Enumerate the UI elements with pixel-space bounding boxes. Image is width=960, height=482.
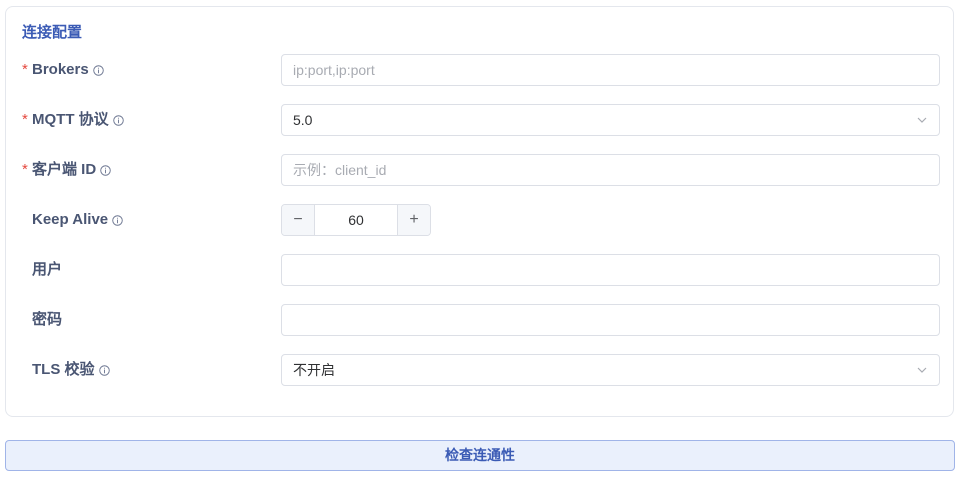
mqtt-protocol-value: 5.0	[293, 112, 313, 128]
chevron-down-icon	[917, 367, 927, 373]
user-label: 用户	[32, 261, 63, 278]
required-mark: *	[22, 61, 28, 78]
password-label: 密码	[32, 311, 63, 328]
tls-select[interactable]: 不开启	[281, 354, 940, 386]
keep-alive-row: Keep Alive − 60 +	[6, 204, 953, 236]
client-id-input-wrapper	[281, 154, 940, 186]
user-input-wrapper	[281, 254, 940, 286]
client-id-label: * 客户端 ID	[22, 154, 111, 186]
mqtt-row: * MQTT 协议 5.0	[6, 104, 953, 136]
section-title: 连接配置	[22, 24, 83, 41]
decrement-button[interactable]: −	[282, 205, 315, 235]
info-circle-icon[interactable]	[92, 64, 104, 76]
password-input-wrapper	[281, 304, 940, 336]
connection-config-card: 连接配置 * Brokers * MQTT 协议 5.0 * 客户端 ID	[5, 6, 954, 417]
client-id-row: * 客户端 ID	[6, 154, 953, 186]
keep-alive-stepper: − 60 +	[281, 204, 431, 236]
brokers-input[interactable]	[282, 55, 939, 85]
user-row: 用户	[6, 254, 953, 286]
info-circle-icon[interactable]	[112, 214, 123, 226]
tls-label: TLS 校验	[22, 354, 110, 386]
tls-value: 不开启	[293, 362, 335, 378]
keep-alive-label: Keep Alive	[22, 204, 123, 236]
required-mark: *	[22, 161, 28, 178]
tls-row: TLS 校验 不开启	[6, 354, 953, 386]
required-mark: *	[22, 111, 28, 128]
chevron-down-icon	[917, 117, 927, 123]
info-circle-icon[interactable]	[98, 364, 110, 376]
brokers-row: * Brokers	[6, 54, 953, 86]
keep-alive-value[interactable]: 60	[315, 205, 397, 235]
user-input[interactable]	[282, 255, 939, 285]
brokers-label: * Brokers	[22, 54, 104, 86]
mqtt-protocol-select[interactable]: 5.0	[281, 104, 940, 136]
info-circle-icon[interactable]	[112, 114, 124, 126]
info-circle-icon[interactable]	[100, 164, 111, 176]
brokers-input-wrapper	[281, 54, 940, 86]
mqtt-label: * MQTT 协议	[22, 104, 124, 136]
check-connectivity-button[interactable]: 检查连通性	[5, 440, 955, 471]
client-id-input[interactable]	[282, 155, 939, 185]
increment-button[interactable]: +	[397, 205, 430, 235]
password-row: 密码	[6, 304, 953, 336]
password-input[interactable]	[282, 305, 939, 335]
